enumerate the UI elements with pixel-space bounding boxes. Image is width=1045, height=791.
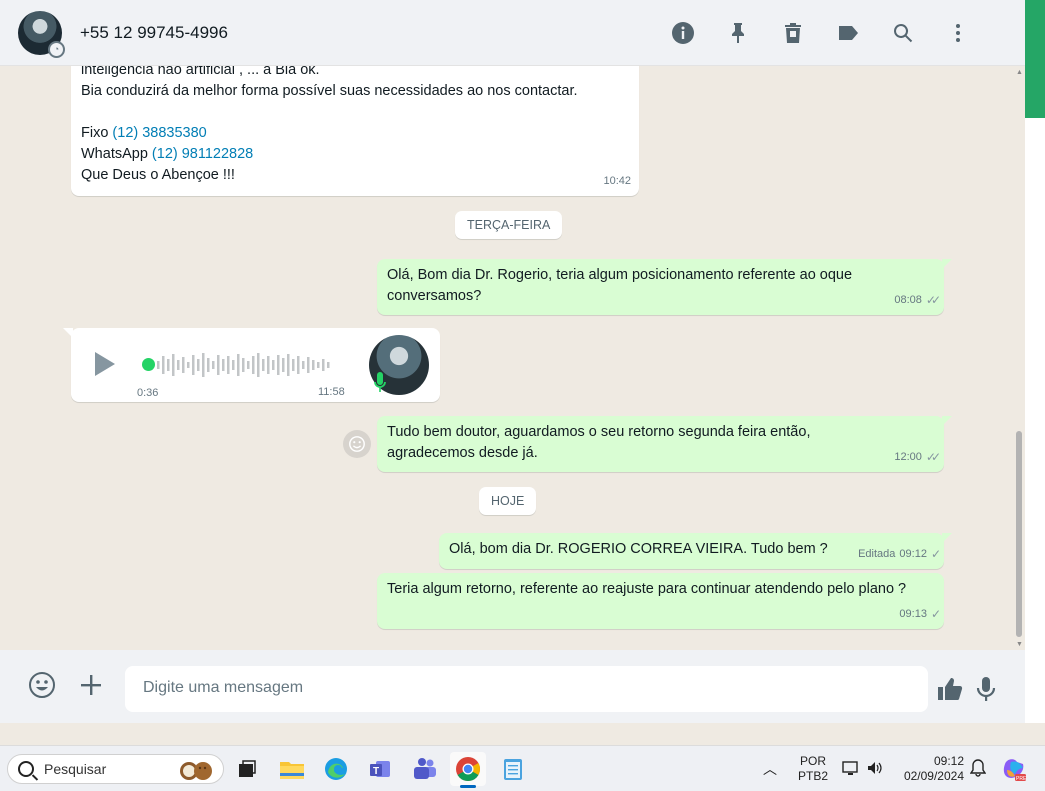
message-text: Olá, Bom dia Dr. Rogerio, teria algum po… xyxy=(387,267,853,304)
windows-taskbar: Pesquisar T ︿ POR PTB2 09:12 02/09/2024 xyxy=(0,745,1045,791)
voice-message[interactable]: 0:36 11:58 xyxy=(63,328,440,402)
message-outgoing[interactable]: Olá, Bom dia Dr. Rogerio, teria algum po… xyxy=(377,259,952,315)
clock-date: 02/09/2024 xyxy=(903,769,964,783)
pin-icon[interactable] xyxy=(710,0,765,66)
emoji-icon[interactable] xyxy=(27,670,57,700)
language-code: POR xyxy=(800,754,827,768)
message-text-line: Fixo (12) 38835380 xyxy=(81,123,629,144)
contact-name[interactable]: +55 12 99745-4996 xyxy=(80,23,228,43)
edge-browser-icon[interactable] xyxy=(318,752,354,786)
volume-icon[interactable] xyxy=(866,759,884,791)
thumbs-up-icon[interactable] xyxy=(935,674,965,704)
react-emoji-icon[interactable] xyxy=(343,430,371,458)
message-list[interactable]: inteligência não artificial , ... a Bia … xyxy=(0,66,1025,650)
chat-scrollbar[interactable]: ▲ ▼ xyxy=(1014,66,1024,650)
message-text: Teria algum retorno, referente ao reajus… xyxy=(387,581,907,597)
header-actions xyxy=(655,0,985,66)
message-outgoing[interactable]: Olá, bom dia Dr. ROGERIO CORREA VIEIRA. … xyxy=(439,533,952,569)
message-text: Tudo bem doutor, aguardamos o seu retorn… xyxy=(387,424,811,461)
double-check-icon: ✓✓ xyxy=(925,293,941,307)
label-icon[interactable] xyxy=(820,0,875,66)
search-label: Pesquisar xyxy=(44,761,107,777)
task-view-icon[interactable] xyxy=(229,752,265,786)
play-icon[interactable] xyxy=(95,352,115,376)
scroll-down-icon[interactable]: ▼ xyxy=(1016,641,1023,648)
waveform-icon[interactable] xyxy=(157,350,337,380)
message-meta: 10:42 xyxy=(603,171,631,192)
phone-link[interactable]: (12) 38835380 xyxy=(112,125,206,141)
scroll-thumb[interactable] xyxy=(1016,431,1022,637)
message-time: 09:12 xyxy=(899,548,927,560)
message-time: 08:08 xyxy=(894,294,922,306)
clock-time: 09:12 xyxy=(933,754,964,768)
active-indicator xyxy=(460,785,476,788)
single-check-icon: ✓ xyxy=(930,607,941,621)
clock[interactable]: 09:12 02/09/2024 xyxy=(900,754,964,791)
attach-plus-icon[interactable] xyxy=(76,670,106,700)
bubble-tail xyxy=(942,416,952,426)
playback-slider-handle[interactable] xyxy=(142,358,155,371)
bubble-tail xyxy=(942,259,952,269)
single-check-icon: ✓ xyxy=(930,547,941,561)
notepad-icon[interactable] xyxy=(495,752,531,786)
voice-duration: 0:36 xyxy=(137,387,159,399)
status-icon: ◔ xyxy=(48,40,65,58)
edited-label: Editada xyxy=(858,548,896,560)
date-divider: TERÇA-FEIRA xyxy=(455,211,563,239)
phone-label: WhatsApp xyxy=(81,146,152,162)
message-text-line: Bia conduzirá da melhor forma possível s… xyxy=(81,83,578,99)
message-meta: 08:08 ✓✓ xyxy=(894,290,941,311)
date-divider: HOJE xyxy=(479,487,537,515)
scroll-up-icon[interactable]: ▲ xyxy=(1016,69,1023,76)
clear-chat-icon[interactable] xyxy=(765,0,820,66)
window-bottom xyxy=(0,723,1045,745)
message-meta: 12:00 ✓✓ xyxy=(894,447,941,468)
message-outgoing[interactable]: Tudo bem doutor, aguardamos o seu retorn… xyxy=(377,416,952,472)
phone-label: Fixo xyxy=(81,125,113,141)
message-text-line: Que Deus o Abençoe !!! xyxy=(81,167,235,183)
side-accent xyxy=(1025,0,1045,118)
phone-link[interactable]: (12) 981122828 xyxy=(152,146,253,162)
network-icon[interactable] xyxy=(842,759,860,791)
message-meta: 09:13 ✓ xyxy=(899,604,941,625)
menu-icon[interactable] xyxy=(930,0,985,66)
message-outgoing[interactable]: Teria algum retorno, referente ao reajus… xyxy=(377,573,944,629)
coconut-icon xyxy=(180,762,212,780)
message-incoming[interactable]: inteligência não artificial , ... a Bia … xyxy=(71,66,639,196)
contact-avatar[interactable]: ◔ xyxy=(18,10,65,58)
svg-text:T: T xyxy=(373,766,379,777)
message-time: 12:00 xyxy=(894,451,922,463)
teams-icon[interactable] xyxy=(407,752,443,786)
voice-record-icon[interactable] xyxy=(971,674,1001,704)
chrome-browser-icon[interactable] xyxy=(450,752,486,788)
message-time: 09:13 xyxy=(899,608,927,620)
input-language[interactable]: POR PTB2 xyxy=(798,754,828,791)
double-check-icon: ✓✓ xyxy=(925,450,941,464)
notification-bell-icon[interactable] xyxy=(969,759,987,791)
chat-header: ◔ +55 12 99745-4996 xyxy=(0,0,1025,66)
search-icon[interactable] xyxy=(875,0,930,66)
message-time: 11:58 xyxy=(318,386,345,398)
message-meta: Editada 09:12 ✓ xyxy=(858,544,941,565)
teams-classic-icon[interactable]: T xyxy=(363,752,399,786)
copilot-icon[interactable]: PRE xyxy=(1001,756,1027,791)
bubble-tail xyxy=(63,328,73,338)
message-text-line: WhatsApp (12) 981122828 xyxy=(81,144,629,165)
message-text-line: inteligência não artificial , ... a Bia … xyxy=(81,66,320,78)
mic-icon xyxy=(374,372,386,392)
file-explorer-icon[interactable] xyxy=(274,752,310,786)
svg-text:PRE: PRE xyxy=(1016,776,1027,782)
tray-overflow-chevron-icon[interactable]: ︿ xyxy=(763,759,777,791)
keyboard-layout: PTB2 xyxy=(798,769,829,783)
search-icon xyxy=(18,761,34,777)
message-input[interactable]: Digite uma mensagem xyxy=(125,666,928,712)
info-icon[interactable] xyxy=(655,0,710,66)
message-blank-line xyxy=(81,102,629,123)
side-panel-edge xyxy=(1025,0,1045,745)
bubble-tail xyxy=(942,533,952,543)
message-time: 10:42 xyxy=(603,175,631,187)
composer: Digite uma mensagem xyxy=(0,650,1025,723)
